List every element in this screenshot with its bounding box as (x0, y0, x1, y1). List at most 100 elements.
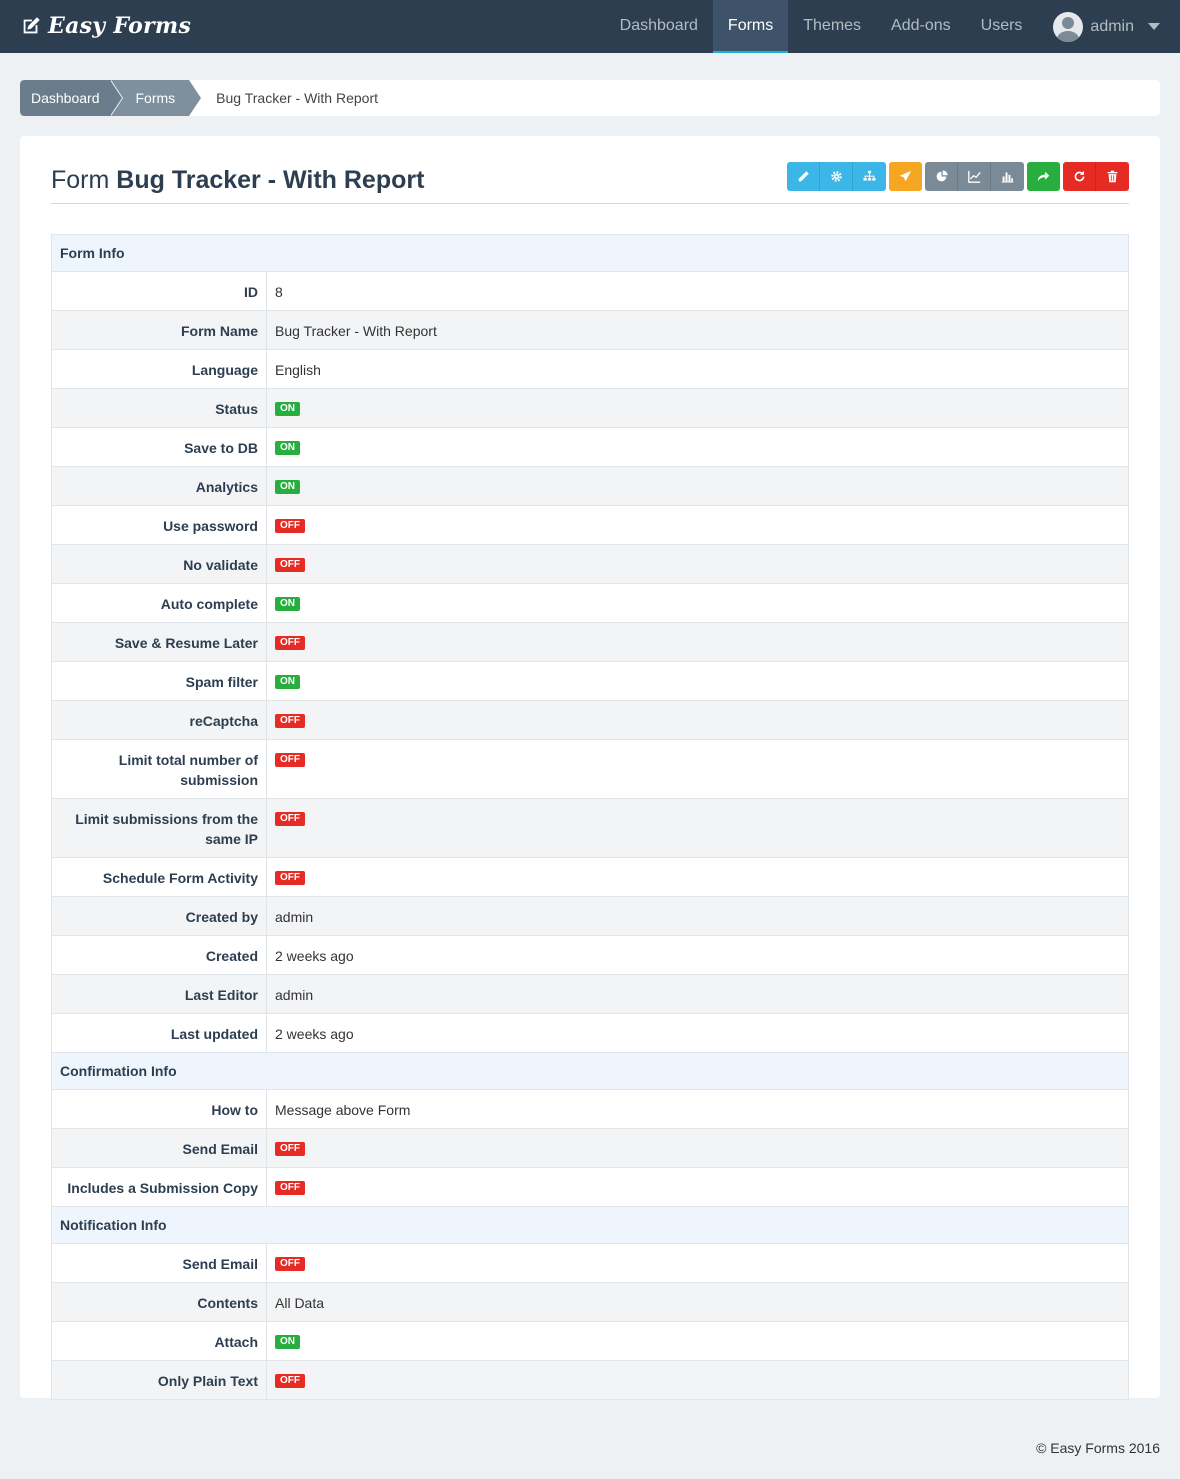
form-detail-panel: Form Bug Tracker - With Report Form Info… (20, 136, 1160, 1400)
table-row: Limit total number of submission OFF (51, 739, 1129, 799)
line-chart-icon (967, 170, 981, 183)
publish-button-group (889, 162, 922, 191)
page-title-form-name: Bug Tracker - With Report (116, 166, 425, 194)
stats-button[interactable] (925, 162, 958, 191)
table-row: Send Email OFF (51, 1243, 1129, 1283)
table-row: Schedule Form Activity OFF (51, 857, 1129, 897)
user-name: admin (1090, 17, 1134, 35)
row-label-last-editor: Last Editor (51, 974, 267, 1014)
nav-item-dashboard[interactable]: Dashboard (605, 0, 713, 53)
row-label-how-to: How to (51, 1089, 267, 1129)
delete-form-button[interactable] (1096, 162, 1129, 191)
analytics-button[interactable] (958, 162, 991, 191)
table-row: Analytics ON (51, 466, 1129, 506)
section-header-form-info: Form Info (51, 234, 1129, 272)
row-label-contents: Contents (51, 1282, 267, 1322)
gear-icon (830, 171, 842, 182)
row-label-save-and-resume-later: Save & Resume Later (51, 622, 267, 662)
nav-item-users[interactable]: Users (966, 0, 1038, 53)
status-badge: ON (275, 1335, 300, 1350)
table-row: Limit submissions from the same IP OFF (51, 798, 1129, 858)
table-row: Auto complete ON (51, 583, 1129, 623)
table-row: Created by admin (51, 896, 1129, 936)
user-menu[interactable]: admin (1037, 0, 1180, 53)
form-rules-button[interactable] (853, 162, 886, 191)
row-label-only-plain-text: Only Plain Text (51, 1360, 267, 1400)
status-badge: OFF (275, 871, 305, 886)
nav-item-addons[interactable]: Add-ons (876, 0, 966, 53)
row-value: 2 weeks ago (266, 935, 1129, 975)
action-toolbar (784, 162, 1129, 191)
status-badge: OFF (275, 812, 305, 827)
brand-name: Easy Forms (48, 13, 192, 39)
row-value: ON (266, 388, 1129, 428)
row-label-limit-total-number-of-submission: Limit total number of submission (51, 739, 267, 799)
breadcrumb-dashboard[interactable]: Dashboard (20, 80, 122, 116)
submissions-button[interactable] (1027, 162, 1060, 191)
row-label-form-name: Form Name (51, 310, 267, 350)
refresh-icon (1074, 170, 1084, 182)
table-row: Only Plain Text OFF (51, 1360, 1129, 1400)
row-value: OFF (266, 857, 1129, 897)
edit-button-group (787, 162, 886, 191)
nav-item-themes[interactable]: Themes (788, 0, 876, 53)
row-value: OFF (266, 544, 1129, 584)
row-value: OFF (266, 1243, 1129, 1283)
row-label-limit-submissions-from-the-same-ip: Limit submissions from the same IP (51, 798, 267, 858)
status-badge: OFF (275, 1257, 305, 1272)
table-row: How to Message above Form (51, 1089, 1129, 1129)
row-value: All Data (266, 1282, 1129, 1322)
top-navbar: Easy Forms Dashboard Forms Themes Add-on… (0, 0, 1180, 53)
nav-item-forms[interactable]: Forms (712, 0, 789, 53)
table-row: Spam filter ON (51, 661, 1129, 701)
row-value: 2 weeks ago (266, 1013, 1129, 1053)
row-label-created: Created (51, 935, 267, 975)
status-badge: OFF (275, 1374, 305, 1389)
breadcrumb: Dashboard Forms Bug Tracker - With Repor… (20, 80, 1160, 116)
brand-logo[interactable]: Easy Forms (20, 10, 191, 42)
section-header-notification-info: Notification Info (51, 1206, 1129, 1244)
status-badge: OFF (275, 714, 305, 729)
row-label-status: Status (51, 388, 267, 428)
section-header-confirmation-info: Confirmation Info (51, 1052, 1129, 1090)
table-row: Use password OFF (51, 505, 1129, 545)
status-badge: ON (275, 675, 300, 690)
row-label-auto-complete: Auto complete (51, 583, 267, 623)
row-label-schedule-form-activity: Schedule Form Activity (51, 857, 267, 897)
table-row: Created 2 weeks ago (51, 935, 1129, 975)
reset-stats-button[interactable] (1063, 162, 1096, 191)
row-label-recaptcha: reCaptcha (51, 700, 267, 740)
row-value: OFF (266, 1167, 1129, 1207)
table-row: Save & Resume Later OFF (51, 622, 1129, 662)
row-value: ON (266, 661, 1129, 701)
table-row: Save to DB ON (51, 427, 1129, 467)
page-title: Form Bug Tracker - With Report (51, 166, 424, 195)
row-label-use-password: Use password (51, 505, 267, 545)
table-row: Language English (51, 349, 1129, 389)
pencil-icon (798, 171, 809, 182)
status-badge: OFF (275, 1142, 305, 1157)
table-row: Includes a Submission Copy OFF (51, 1167, 1129, 1207)
row-value: OFF (266, 505, 1129, 545)
status-badge: OFF (275, 558, 305, 573)
edit-form-button[interactable] (787, 162, 820, 191)
row-value: ON (266, 466, 1129, 506)
row-value: English (266, 349, 1129, 389)
report-button[interactable] (991, 162, 1024, 191)
table-row: No validate OFF (51, 544, 1129, 584)
row-value: 8 (266, 271, 1129, 311)
avatar (1053, 11, 1084, 42)
footer-copyright: © Easy Forms 2016 (1036, 1440, 1160, 1456)
row-label-includes-a-submission-copy: Includes a Submission Copy (51, 1167, 267, 1207)
row-value: OFF (266, 739, 1129, 799)
trash-icon (1107, 170, 1118, 183)
row-label-attach: Attach (51, 1321, 267, 1361)
table-row: Contents All Data (51, 1282, 1129, 1322)
reports-button-group (925, 162, 1024, 191)
sitemap-icon (863, 170, 876, 181)
table-row: Send Email OFF (51, 1128, 1129, 1168)
row-value: OFF (266, 1128, 1129, 1168)
form-settings-button[interactable] (820, 162, 853, 191)
row-value: OFF (266, 622, 1129, 662)
publish-form-button[interactable] (889, 162, 922, 191)
